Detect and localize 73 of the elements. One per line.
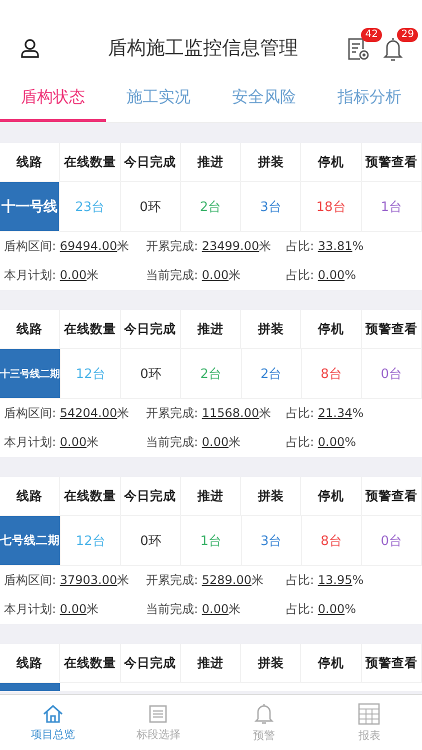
column-header: 推进 [180, 310, 242, 349]
column-header: 今日完成 [120, 477, 181, 516]
column-header: 停机 [301, 143, 362, 182]
column-header: 推进 [180, 477, 242, 516]
count-cell: 0环 [121, 516, 182, 565]
stat-text: 本月计划: 0.00米 [4, 434, 100, 451]
count-cell: 0台 [362, 349, 422, 398]
count-cell: 0台 [362, 516, 422, 565]
count-badge: 42 [361, 28, 382, 42]
column-header: 拼装 [241, 310, 302, 349]
line-name-cell[interactable]: 十一号线 [0, 182, 60, 231]
stat-text: 开累完成: 23499.00米 [146, 238, 272, 255]
column-header: 拼装 [241, 477, 302, 516]
column-header: 推进 [180, 143, 242, 182]
column-header: 停机 [301, 644, 362, 683]
stat-text: 占比: 13.95% [286, 572, 364, 589]
nav-item[interactable]: 报表 [316, 695, 422, 750]
column-header: 推进 [180, 644, 242, 683]
nav-item[interactable]: 预警 [211, 695, 316, 750]
count-cell: 8台 [302, 349, 362, 398]
stat-text: 当前完成: 0.00米 [146, 434, 242, 451]
count-cell: 3台 [242, 516, 302, 565]
column-header: 预警查看 [362, 477, 422, 516]
nav-item[interactable]: 标段选择 [106, 695, 211, 750]
count-cell: 18台 [301, 182, 362, 231]
stat-text: 盾构区间: 37903.00米 [4, 572, 130, 589]
stat-text: 开累完成: 11568.00米 [146, 405, 272, 422]
count-cell: 1台 [362, 182, 422, 231]
column-header: 在线数量 [60, 477, 121, 516]
column-header: 拼装 [241, 644, 302, 683]
column-header: 停机 [301, 477, 362, 516]
tab[interactable]: 指标分析 [316, 75, 422, 122]
column-header: 今日完成 [120, 143, 181, 182]
stat-text: 本月计划: 0.00米 [4, 601, 100, 618]
count-cell: 23台 [60, 182, 121, 231]
column-header: 今日完成 [120, 644, 181, 683]
column-header: 拼装 [241, 143, 302, 182]
tab[interactable]: 安全风险 [211, 75, 316, 122]
column-header: 预警查看 [362, 644, 422, 683]
count-cell: 8台 [302, 516, 362, 565]
tab[interactable]: 施工实况 [106, 75, 211, 122]
count-cell: 12台 [61, 516, 122, 565]
column-header: 今日完成 [120, 310, 181, 349]
count-cell: 12台 [61, 349, 122, 398]
line-name-cell[interactable]: 七号线二期 [0, 516, 61, 565]
count-cell: 3台 [241, 182, 302, 231]
count-cell: 1台 [181, 516, 242, 565]
stat-text: 占比: 0.00% [286, 267, 356, 284]
page-title: 盾构施工监控信息管理 [107, 36, 299, 60]
column-header: 在线数量 [60, 143, 121, 182]
stat-text: 盾构区间: 69494.00米 [4, 238, 130, 255]
column-header: 在线数量 [60, 310, 121, 349]
count-cell: 0环 [120, 182, 181, 231]
count-cell: 2台 [181, 349, 242, 398]
stat-text: 占比: 33.81% [286, 238, 364, 255]
column-header: 在线数量 [60, 644, 121, 683]
column-header: 停机 [301, 310, 362, 349]
count-cell: 2台 [242, 349, 302, 398]
count-cell: 0环 [121, 349, 182, 398]
stat-text: 当前完成: 0.00米 [146, 267, 242, 284]
stat-text: 开累完成: 5289.00米 [146, 572, 264, 589]
line-name-cell[interactable]: 十三号线二期 [0, 349, 61, 398]
column-header: 预警查看 [362, 310, 422, 349]
stat-text: 占比: 21.34% [286, 405, 364, 422]
count-cell: 2台 [180, 182, 242, 231]
stat-text: 占比: 0.00% [286, 601, 356, 618]
stat-text: 占比: 0.00% [286, 434, 356, 451]
count-badge: 29 [397, 28, 418, 42]
column-header: 预警查看 [362, 143, 422, 182]
stat-text: 盾构区间: 54204.00米 [4, 405, 130, 422]
stat-text: 本月计划: 0.00米 [4, 267, 100, 284]
nav-item[interactable]: 项目总览 [0, 695, 106, 750]
stat-text: 当前完成: 0.00米 [146, 601, 242, 618]
